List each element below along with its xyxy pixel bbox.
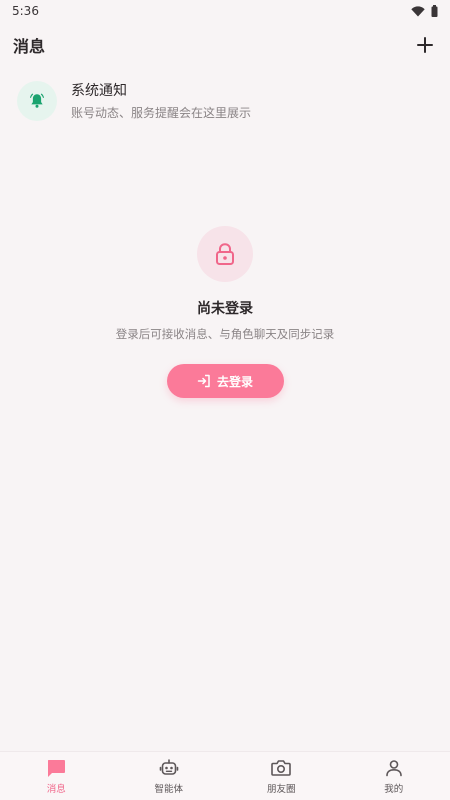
add-button[interactable] <box>413 33 437 57</box>
nav-label-agents: 智能体 <box>154 784 183 795</box>
login-button-label: 去登录 <box>216 374 253 389</box>
notice-description: 账号动态、服务提醒会在这里展示 <box>71 105 252 120</box>
empty-title: 尚未登录 <box>197 301 253 317</box>
nav-item-messages[interactable]: 消息 <box>0 752 113 800</box>
system-notice-item[interactable]: 系统通知 账号动态、服务提醒会在这里展示 <box>7 72 443 130</box>
person-icon <box>385 757 403 779</box>
lock-badge <box>197 226 253 282</box>
robot-icon <box>159 757 179 779</box>
battery-icon <box>431 2 438 21</box>
chat-icon <box>46 757 66 779</box>
app-header: 消息 <box>0 28 450 62</box>
lock-icon <box>216 243 234 265</box>
bottom-nav: 消息 智能体 朋友圈 我的 <box>0 751 450 800</box>
notice-avatar <box>17 81 57 121</box>
notice-text: 系统通知 账号动态、服务提醒会在这里展示 <box>71 81 251 122</box>
status-icons <box>411 2 438 21</box>
login-empty-state: 尚未登录 登录后可接收消息、与角色聊天及同步记录 去登录 <box>0 226 450 398</box>
page-title: 消息 <box>13 37 46 56</box>
plus-icon <box>417 37 433 53</box>
notice-title: 系统通知 <box>71 82 127 99</box>
nav-item-agents[interactable]: 智能体 <box>113 752 226 800</box>
empty-description: 登录后可接收消息、与角色聊天及同步记录 <box>115 327 335 341</box>
wifi-icon <box>411 2 425 21</box>
bell-icon <box>30 93 44 108</box>
nav-label-messages: 消息 <box>46 784 66 795</box>
messages-screen: 5:36 消息 系统通知 账号动态、服务提醒会在这里展示 尚未登录 登录后可接收… <box>0 0 450 800</box>
nav-item-moments[interactable]: 朋友圈 <box>225 752 338 800</box>
status-bar: 5:36 <box>0 0 450 22</box>
login-icon <box>197 374 210 388</box>
status-time: 5:36 <box>12 4 39 18</box>
nav-item-profile[interactable]: 我的 <box>338 752 450 800</box>
camera-icon <box>271 757 292 779</box>
nav-label-profile: 我的 <box>384 784 404 795</box>
nav-label-moments: 朋友圈 <box>266 784 296 795</box>
login-button[interactable]: 去登录 <box>166 364 284 398</box>
